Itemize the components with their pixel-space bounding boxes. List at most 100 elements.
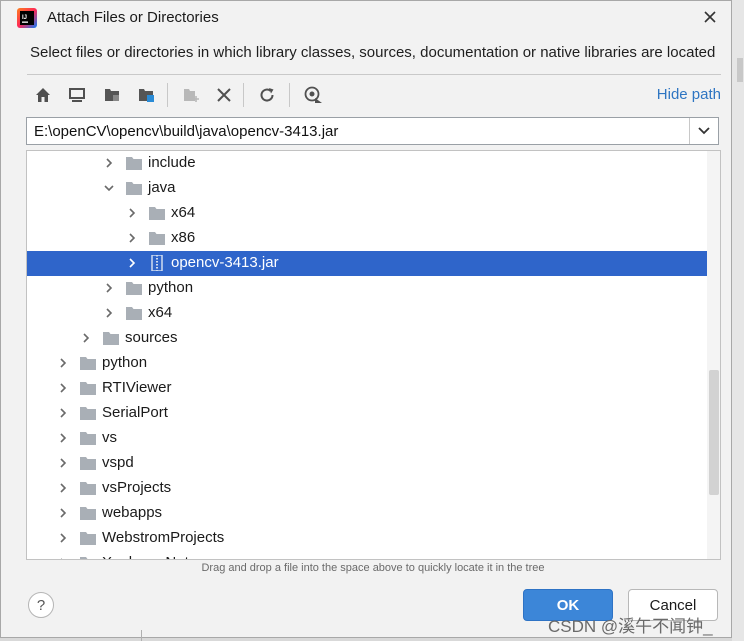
toolbar-separator: [167, 83, 168, 107]
folder-icon: [149, 232, 165, 245]
tree-row-label: sources: [125, 329, 178, 346]
desktop-icon[interactable]: [65, 83, 89, 107]
tree-row-label: python: [148, 279, 194, 296]
module-folder-icon[interactable]: [134, 83, 158, 107]
background-divider: [141, 630, 142, 641]
tree-row[interactable]: java: [27, 176, 708, 201]
folder-icon: [80, 407, 96, 420]
tree-row-label: vs: [102, 429, 117, 446]
toolbar-separator: [289, 83, 290, 107]
file-chooser-toolbar: Hide path: [27, 81, 721, 109]
folder-icon: [126, 157, 142, 170]
folder-icon: [80, 507, 96, 520]
tree-row-label: x64: [148, 304, 173, 321]
folder-icon: [80, 457, 96, 470]
toolbar-separator: [243, 83, 244, 107]
tree-row[interactable]: include: [27, 151, 708, 176]
help-button[interactable]: ?: [28, 592, 54, 618]
drag-drop-hint: Drag and drop a file into the space abov…: [201, 562, 545, 574]
background-window-scrollbar: [737, 58, 743, 82]
tree-row-label: vsProjects: [102, 479, 172, 496]
tree-row[interactable]: python: [27, 276, 708, 301]
divider: [27, 74, 721, 75]
chevron-right-icon[interactable]: [126, 232, 138, 244]
chevron-right-icon[interactable]: [57, 507, 69, 519]
file-tree: include java x64 x86 opencv-3413.jar python x6…: [26, 150, 721, 560]
tree-scrollbar[interactable]: [707, 151, 720, 559]
dialog-description: Select files or directories in which lib…: [30, 44, 716, 61]
chevron-right-icon[interactable]: [57, 557, 69, 560]
tree-row[interactable]: vs: [27, 426, 708, 451]
folder-icon: [80, 532, 96, 545]
tree-row[interactable]: python: [27, 351, 708, 376]
show-hidden-icon[interactable]: [301, 83, 325, 107]
tree-row[interactable]: opencv-3413.jar: [27, 251, 708, 276]
new-folder-icon[interactable]: [179, 83, 203, 107]
folder-icon: [103, 332, 119, 345]
folder-icon: [80, 482, 96, 495]
chevron-right-icon[interactable]: [57, 357, 69, 369]
chevron-right-icon[interactable]: [80, 332, 92, 344]
tree-row-label: include: [148, 154, 196, 171]
tree-row[interactable]: x64: [27, 201, 708, 226]
tree-row-label: python: [102, 354, 148, 371]
intellij-app-icon: IJ: [17, 8, 37, 28]
chevron-right-icon[interactable]: [57, 532, 69, 544]
chevron-right-icon[interactable]: [103, 282, 115, 294]
tree-row-label: webapps: [102, 504, 163, 521]
delete-icon[interactable]: [212, 83, 236, 107]
hide-path-link[interactable]: Hide path: [657, 86, 721, 103]
jar-archive-icon: [151, 255, 163, 271]
background-window-edge: [732, 0, 744, 641]
tree-row-label: vspd: [102, 454, 134, 471]
chevron-right-icon[interactable]: [57, 432, 69, 444]
path-dropdown-button[interactable]: [689, 118, 718, 144]
tree-row[interactable]: x64: [27, 301, 708, 326]
scrollbar-thumb[interactable]: [709, 370, 719, 495]
tree-row[interactable]: vsProjects: [27, 476, 708, 501]
tree-row[interactable]: webapps: [27, 501, 708, 526]
dialog-title: Attach Files or Directories: [47, 9, 219, 26]
folder-icon: [80, 382, 96, 395]
tree-row-label: java: [148, 179, 176, 196]
tree-row-label: XunleanaNet: [102, 554, 189, 559]
tree-row[interactable]: XunleanaNet: [27, 551, 708, 560]
path-combobox: [26, 117, 719, 145]
folder-icon: [126, 307, 142, 320]
watermark: CSDN @溪午不闻钟_: [548, 617, 713, 636]
chevron-right-icon[interactable]: [126, 257, 138, 269]
chevron-right-icon[interactable]: [57, 382, 69, 394]
tree-row-label: x86: [171, 229, 196, 246]
path-input[interactable]: [27, 118, 691, 144]
close-icon[interactable]: [699, 6, 721, 28]
chevron-right-icon[interactable]: [57, 482, 69, 494]
tree-row[interactable]: x86: [27, 226, 708, 251]
chevron-right-icon[interactable]: [103, 307, 115, 319]
chevron-down-icon: [698, 127, 710, 135]
tree-row[interactable]: RTIViewer: [27, 376, 708, 401]
chevron-right-icon[interactable]: [103, 157, 115, 169]
chevron-right-icon[interactable]: [57, 407, 69, 419]
attach-files-dialog: IJ Attach Files or Directories Select fi…: [0, 0, 732, 638]
tree-row-label: WebstromProjects: [102, 529, 225, 546]
tree-row[interactable]: sources: [27, 326, 708, 351]
folder-icon: [80, 557, 96, 559]
tree-row-label: x64: [171, 204, 196, 221]
project-folder-icon[interactable]: [100, 83, 124, 107]
refresh-icon[interactable]: [255, 83, 279, 107]
folder-icon: [80, 357, 96, 370]
tree-row-label: RTIViewer: [102, 379, 172, 396]
folder-icon: [149, 207, 165, 220]
tree-row[interactable]: vspd: [27, 451, 708, 476]
tree-row-label: SerialPort: [102, 404, 168, 421]
chevron-right-icon[interactable]: [57, 457, 69, 469]
tree-row[interactable]: WebstromProjects: [27, 526, 708, 551]
title-bar: IJ Attach Files or Directories: [1, 1, 731, 35]
home-icon[interactable]: [31, 83, 55, 107]
folder-icon: [126, 182, 142, 195]
tree-row-label: opencv-3413.jar: [171, 254, 279, 271]
folder-icon: [126, 282, 142, 295]
chevron-down-icon[interactable]: [103, 182, 115, 194]
chevron-right-icon[interactable]: [126, 207, 138, 219]
tree-row[interactable]: SerialPort: [27, 401, 708, 426]
